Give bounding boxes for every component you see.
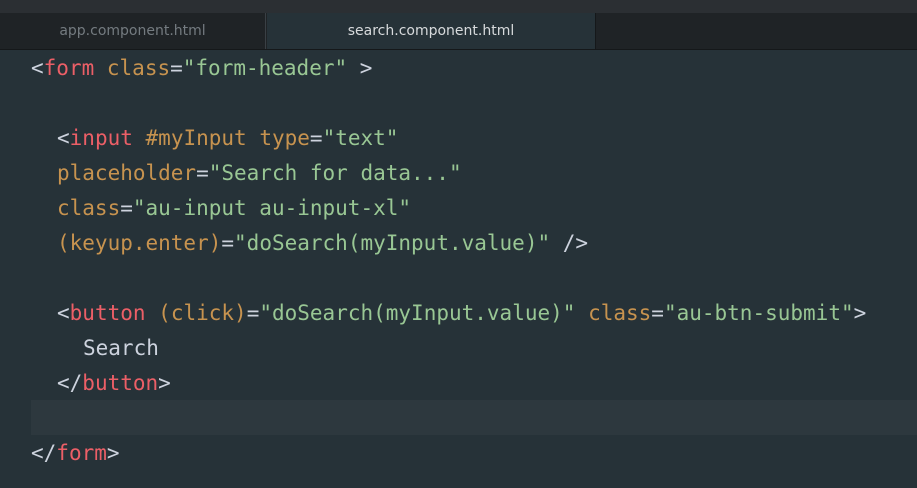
code-line-placeholder[interactable]: placeholder="Search for data..." — [57, 156, 462, 191]
code-token: "au-btn-submit" — [663, 301, 854, 325]
code-token: class — [57, 196, 121, 220]
code-token: "doSearch(myInput.value)" — [234, 231, 551, 255]
code-line-form-close[interactable]: </form> — [31, 436, 120, 471]
code-token: (keyup.enter) — [57, 231, 222, 255]
code-editor[interactable]: <form class="form-header" > <input #myIn… — [0, 50, 917, 488]
code-token: > — [106, 441, 120, 465]
code-token: class — [106, 56, 171, 80]
code-token: button — [69, 301, 146, 325]
code-token: "au-input au-input-xl" — [132, 196, 412, 220]
code-line-input-class[interactable]: class="au-input au-input-xl" — [57, 191, 411, 226]
code-token: = — [170, 56, 183, 80]
code-token: placeholder — [57, 161, 197, 185]
code-token: < — [57, 126, 70, 150]
code-line-button-text[interactable]: Search — [83, 331, 159, 366]
code-token: form — [56, 441, 107, 465]
code-token: </ — [31, 441, 57, 465]
code-token: > — [158, 371, 171, 395]
code-token: > — [853, 301, 867, 325]
code-token: button — [82, 371, 159, 395]
code-token: Search — [83, 336, 159, 360]
code-token: "Search for data..." — [208, 161, 462, 185]
current-line-highlight — [31, 400, 917, 435]
tab-app-component[interactable]: app.component.html — [0, 13, 266, 49]
code-line-button-open[interactable]: <button (click)="doSearch(myInput.value)… — [57, 296, 866, 331]
code-token: /> — [550, 231, 589, 255]
code-line-form-open[interactable]: <form class="form-header" > — [31, 51, 372, 86]
code-line-button-close[interactable]: </button> — [57, 366, 171, 401]
code-token: = — [651, 301, 664, 325]
code-token: < — [57, 301, 70, 325]
window-top-strip — [0, 0, 917, 13]
code-token: "text" — [322, 126, 399, 150]
tab-search-component[interactable]: search.component.html — [267, 13, 596, 49]
tab-bar: app.component.html search.component.html — [0, 13, 917, 50]
code-token: = — [196, 161, 209, 185]
code-token: </ — [57, 371, 83, 395]
code-line-input-open[interactable]: <input #myInput type="text" — [57, 121, 398, 156]
code-token: = — [120, 196, 133, 220]
code-token: = — [246, 301, 260, 325]
code-token: input — [69, 126, 133, 150]
code-token: "doSearch(myInput.value)" — [259, 301, 576, 325]
code-token: "form-header" — [182, 56, 348, 80]
code-token: type — [259, 126, 310, 150]
code-token: class — [588, 301, 652, 325]
code-token: = — [221, 231, 235, 255]
code-token: = — [309, 126, 323, 150]
code-token: < — [31, 56, 44, 80]
code-line-keyup[interactable]: (keyup.enter)="doSearch(myInput.value)" … — [57, 226, 588, 261]
code-token: (click) — [158, 301, 247, 325]
code-token: #myInput — [145, 126, 247, 150]
code-token: form — [43, 56, 95, 80]
code-token: > — [347, 56, 373, 80]
